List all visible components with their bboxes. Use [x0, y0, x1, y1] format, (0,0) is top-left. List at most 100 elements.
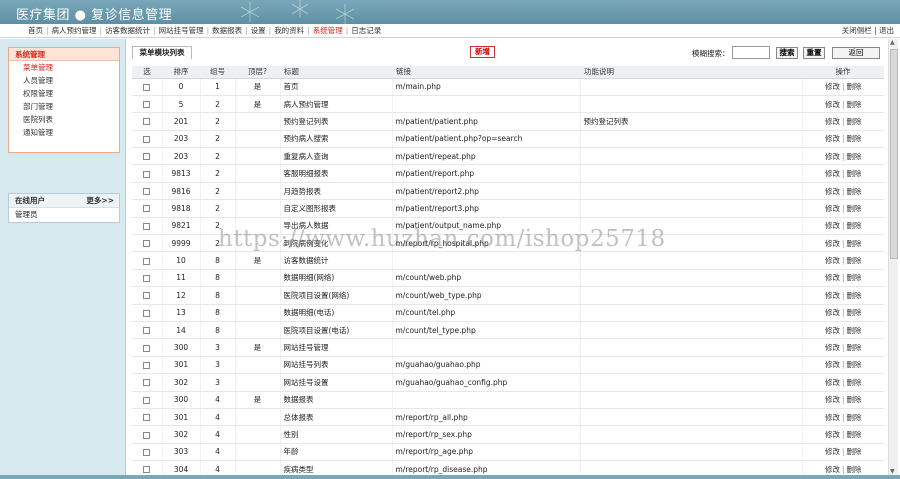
delete-link[interactable]: 删除 — [847, 256, 862, 265]
edit-link[interactable]: 修改 — [825, 221, 840, 230]
delete-link[interactable]: 删除 — [847, 204, 862, 213]
edit-link[interactable]: 修改 — [825, 187, 840, 196]
nav-item[interactable]: 系统管理 — [313, 26, 343, 35]
edit-link[interactable]: 修改 — [825, 117, 840, 126]
sidebar-item[interactable]: 医院列表 — [9, 113, 119, 126]
row-checkbox[interactable] — [143, 396, 151, 404]
nav-actions[interactable]: 关闭侧栏 | 退出 — [842, 24, 894, 38]
sidebar-item[interactable]: 权限管理 — [9, 87, 119, 100]
delete-link[interactable]: 删除 — [847, 169, 862, 178]
edit-link[interactable]: 修改 — [825, 204, 840, 213]
edit-link[interactable]: 修改 — [825, 343, 840, 352]
delete-link[interactable]: 删除 — [847, 152, 862, 161]
row-checkbox[interactable] — [143, 101, 151, 109]
edit-link[interactable]: 修改 — [825, 326, 840, 335]
row-checkbox[interactable] — [143, 170, 151, 178]
delete-link[interactable]: 删除 — [847, 273, 862, 282]
row-checkbox[interactable] — [143, 257, 151, 265]
sidebar-item[interactable]: 人员管理 — [9, 74, 119, 87]
delete-link[interactable]: 删除 — [847, 378, 862, 387]
delete-link[interactable]: 删除 — [847, 430, 862, 439]
row-checkbox[interactable] — [143, 205, 151, 213]
nav-item[interactable]: 日志记录 — [351, 26, 381, 35]
nav-item[interactable]: 我的资料 — [274, 26, 304, 35]
nav-item[interactable]: 设置 — [251, 26, 266, 35]
edit-link[interactable]: 修改 — [825, 169, 840, 178]
delete-link[interactable]: 删除 — [847, 82, 862, 91]
edit-link[interactable]: 修改 — [825, 308, 840, 317]
delete-link[interactable]: 删除 — [847, 343, 862, 352]
col-top[interactable]: 顶层? — [235, 66, 280, 79]
delete-link[interactable]: 删除 — [847, 395, 862, 404]
row-checkbox[interactable] — [143, 83, 151, 91]
sidebar-item[interactable]: 部门管理 — [9, 100, 119, 113]
edit-link[interactable]: 修改 — [825, 152, 840, 161]
row-checkbox[interactable] — [143, 361, 151, 369]
row-checkbox[interactable] — [143, 118, 151, 126]
delete-link[interactable]: 删除 — [847, 291, 862, 300]
tab-menu-list[interactable]: 菜单模块列表 — [132, 46, 192, 59]
edit-link[interactable]: 修改 — [825, 100, 840, 109]
nav-item[interactable]: 首页 — [28, 26, 43, 35]
sidebar-item[interactable]: 通知管理 — [9, 126, 119, 139]
delete-link[interactable]: 删除 — [847, 117, 862, 126]
delete-link[interactable]: 删除 — [847, 239, 862, 248]
col-group[interactable]: 组号 — [200, 66, 235, 79]
search-button[interactable]: 搜索 — [776, 47, 798, 59]
nav-item[interactable]: 网站挂号管理 — [159, 26, 204, 35]
row-checkbox[interactable] — [143, 414, 151, 422]
edit-link[interactable]: 修改 — [825, 134, 840, 143]
edit-link[interactable]: 修改 — [825, 465, 840, 474]
row-checkbox[interactable] — [143, 240, 151, 248]
back-button[interactable]: 返回 — [832, 47, 880, 59]
row-checkbox[interactable] — [143, 344, 151, 352]
reset-button[interactable]: 重置 — [803, 47, 825, 59]
edit-link[interactable]: 修改 — [825, 430, 840, 439]
delete-link[interactable]: 删除 — [847, 326, 862, 335]
row-checkbox[interactable] — [143, 292, 151, 300]
edit-link[interactable]: 修改 — [825, 291, 840, 300]
nav-item[interactable]: 病人预约管理 — [52, 26, 97, 35]
row-checkbox[interactable] — [143, 448, 151, 456]
row-checkbox[interactable] — [143, 188, 151, 196]
nav-item[interactable]: 访客数据统计 — [105, 26, 150, 35]
edit-link[interactable]: 修改 — [825, 378, 840, 387]
row-checkbox[interactable] — [143, 379, 151, 387]
row-checkbox[interactable] — [143, 309, 151, 317]
row-checkbox[interactable] — [143, 431, 151, 439]
delete-link[interactable]: 删除 — [847, 465, 862, 474]
sidebar-item[interactable]: 菜单管理 — [9, 61, 119, 74]
delete-link[interactable]: 删除 — [847, 100, 862, 109]
edit-link[interactable]: 修改 — [825, 413, 840, 422]
delete-link[interactable]: 删除 — [847, 221, 862, 230]
row-checkbox[interactable] — [143, 222, 151, 230]
scroll-down-icon[interactable]: ▼ — [890, 468, 895, 475]
col-sort[interactable]: 排序 — [162, 66, 200, 79]
delete-link[interactable]: 删除 — [847, 360, 862, 369]
scrollbar-thumb[interactable] — [890, 49, 898, 259]
edit-link[interactable]: 修改 — [825, 395, 840, 404]
delete-link[interactable]: 删除 — [847, 447, 862, 456]
delete-link[interactable]: 删除 — [847, 187, 862, 196]
delete-link[interactable]: 删除 — [847, 308, 862, 317]
delete-link[interactable]: 删除 — [847, 134, 862, 143]
row-checkbox[interactable] — [143, 274, 151, 282]
edit-link[interactable]: 修改 — [825, 273, 840, 282]
row-checkbox[interactable] — [143, 135, 151, 143]
add-button[interactable]: 新增 — [470, 46, 495, 58]
row-checkbox[interactable] — [143, 327, 151, 335]
nav-item[interactable]: 数据报表 — [212, 26, 242, 35]
edit-link[interactable]: 修改 — [825, 82, 840, 91]
scroll-up-icon[interactable]: ▲ — [890, 39, 895, 46]
edit-link[interactable]: 修改 — [825, 256, 840, 265]
search-input[interactable] — [732, 46, 770, 59]
edit-link[interactable]: 修改 — [825, 447, 840, 456]
online-more-link[interactable]: 更多>> — [86, 194, 114, 208]
cell-sort: 301 — [161, 408, 200, 427]
vertical-scrollbar[interactable]: ▲ ▼ — [888, 39, 898, 475]
row-checkbox[interactable] — [143, 153, 151, 161]
delete-link[interactable]: 删除 — [847, 413, 862, 422]
row-checkbox[interactable] — [143, 466, 151, 474]
edit-link[interactable]: 修改 — [825, 360, 840, 369]
edit-link[interactable]: 修改 — [825, 239, 840, 248]
